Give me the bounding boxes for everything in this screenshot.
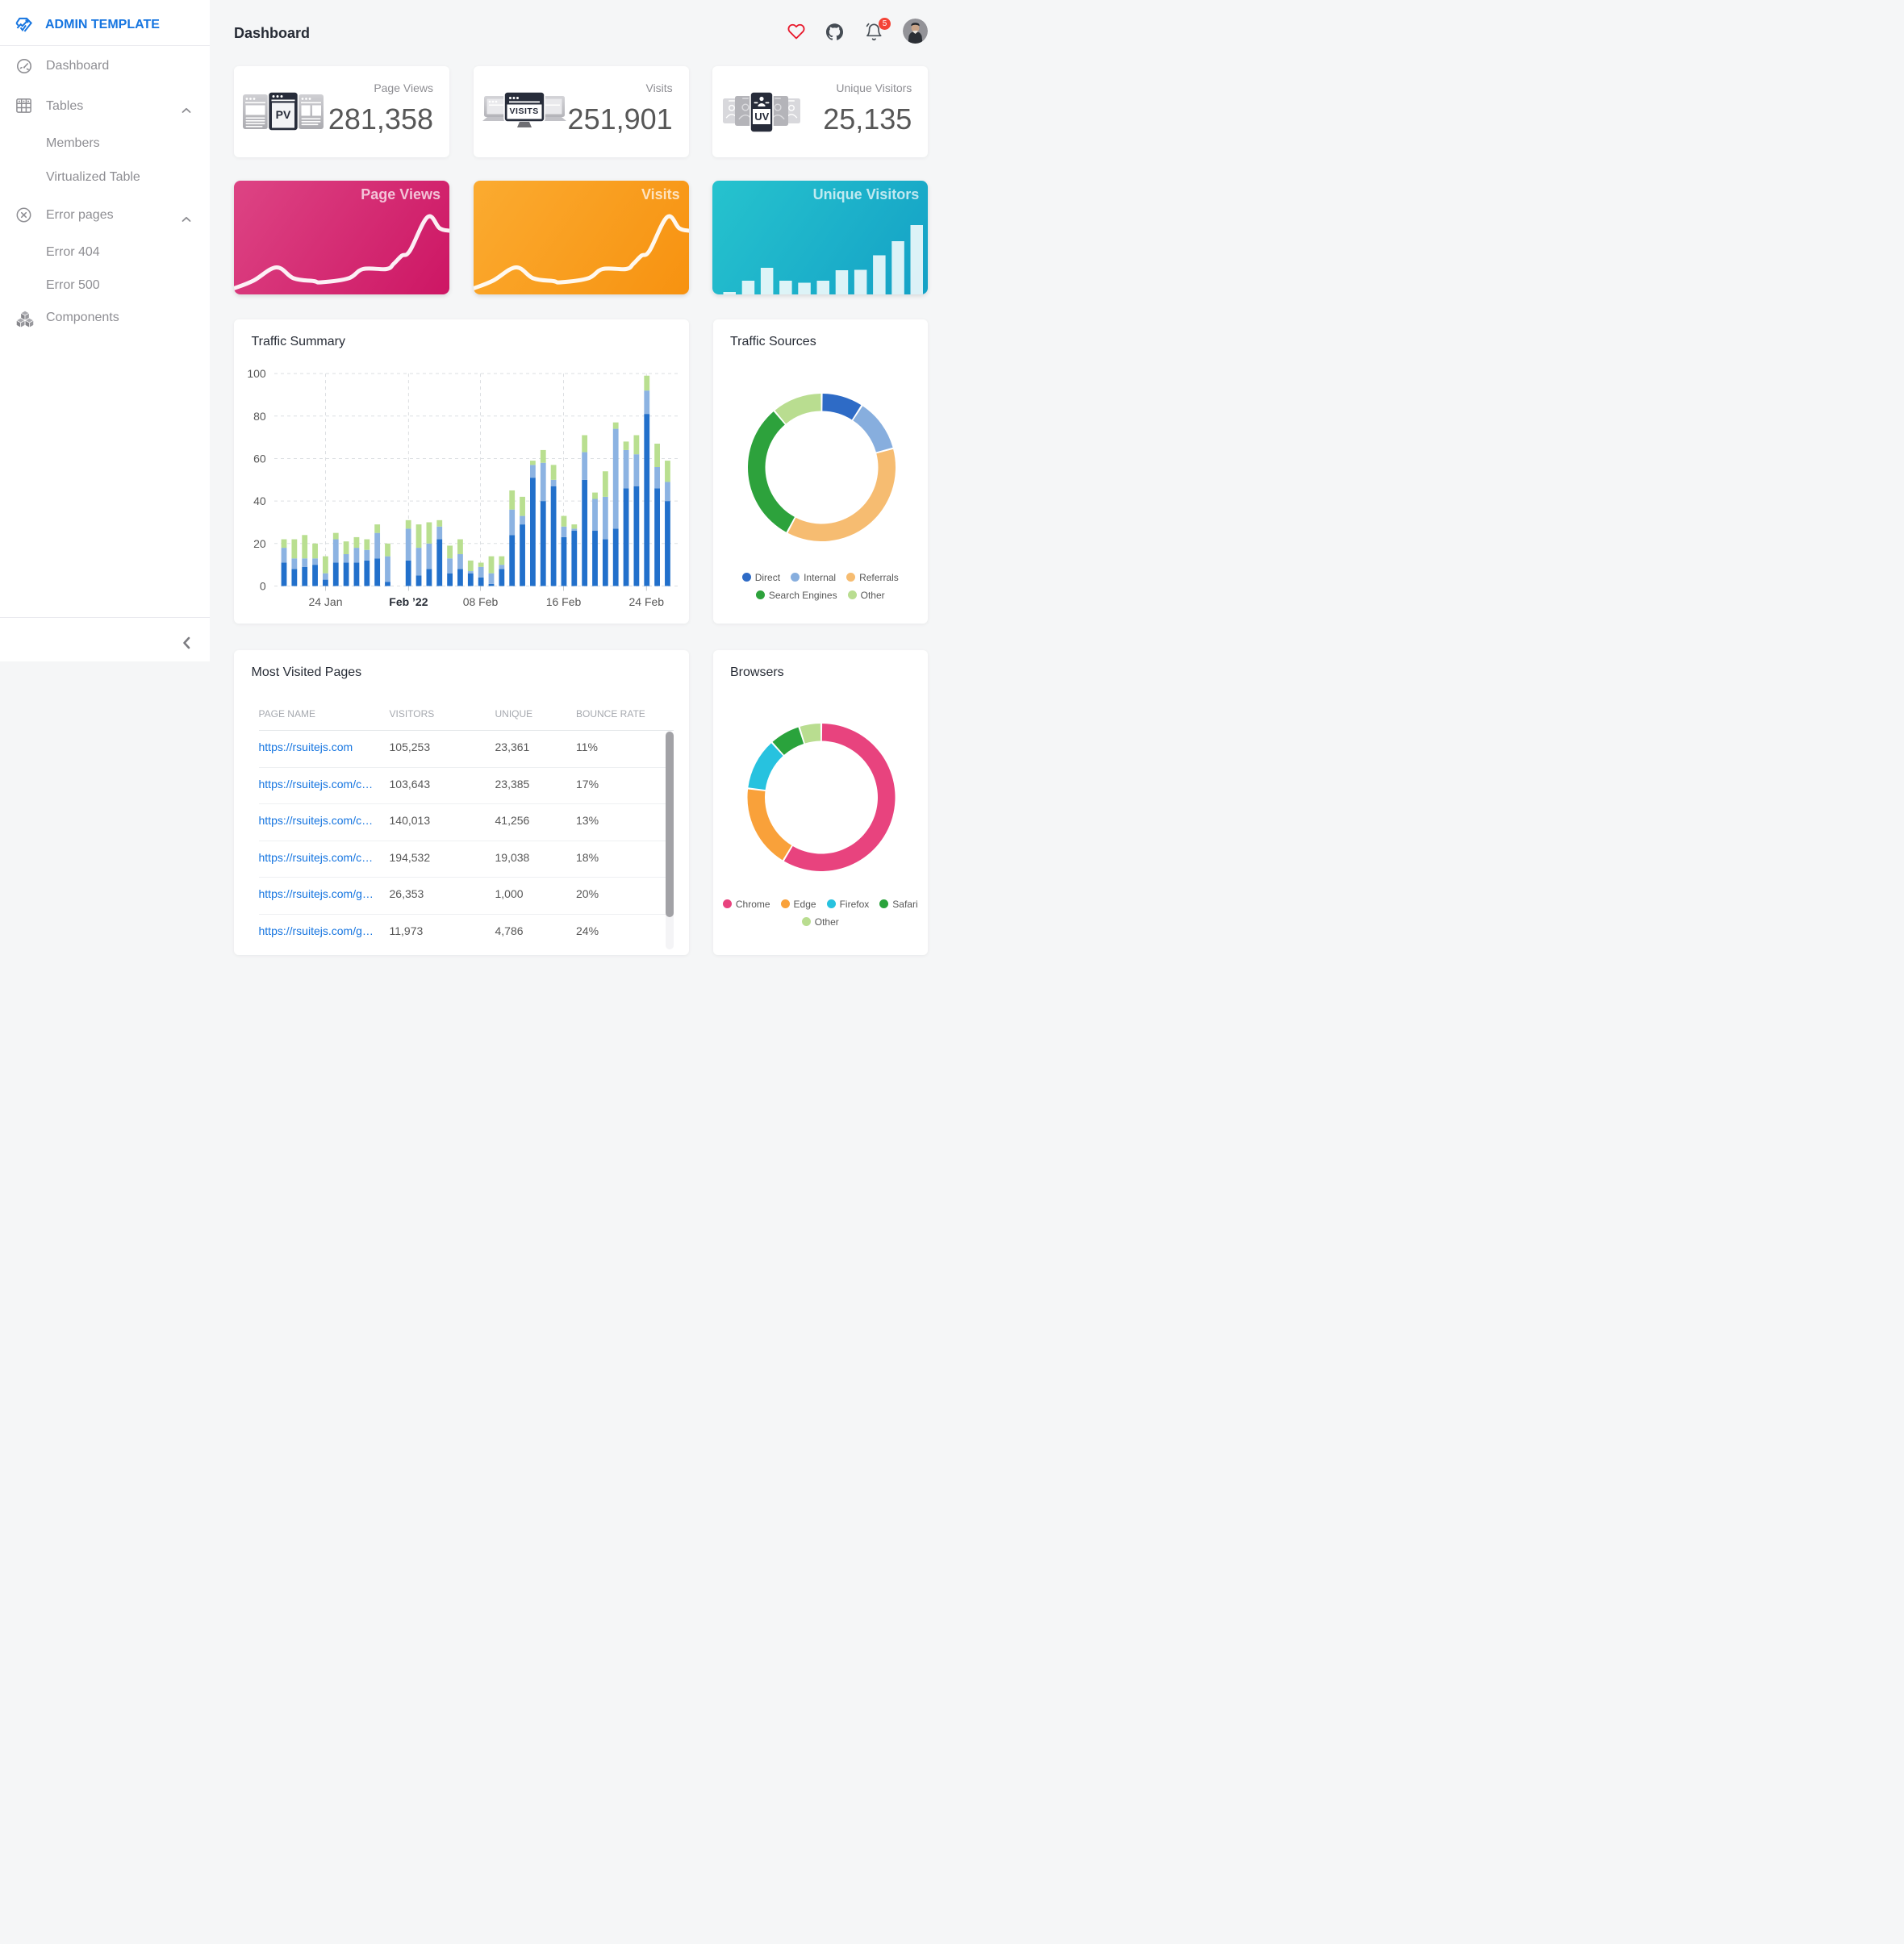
svg-text:08 Feb: 08 Feb	[463, 595, 499, 608]
svg-text:100: 100	[247, 367, 266, 380]
svg-text:80: 80	[253, 409, 266, 422]
svg-text:Feb ’22: Feb ’22	[389, 595, 428, 608]
svg-text:24 Feb: 24 Feb	[629, 595, 665, 608]
svg-text:16 Feb: 16 Feb	[546, 595, 582, 608]
svg-text:40: 40	[253, 494, 266, 507]
svg-text:24 Jan: 24 Jan	[308, 595, 342, 608]
svg-text:60: 60	[253, 452, 266, 465]
svg-text:0: 0	[260, 579, 266, 592]
svg-text:20: 20	[253, 536, 266, 549]
